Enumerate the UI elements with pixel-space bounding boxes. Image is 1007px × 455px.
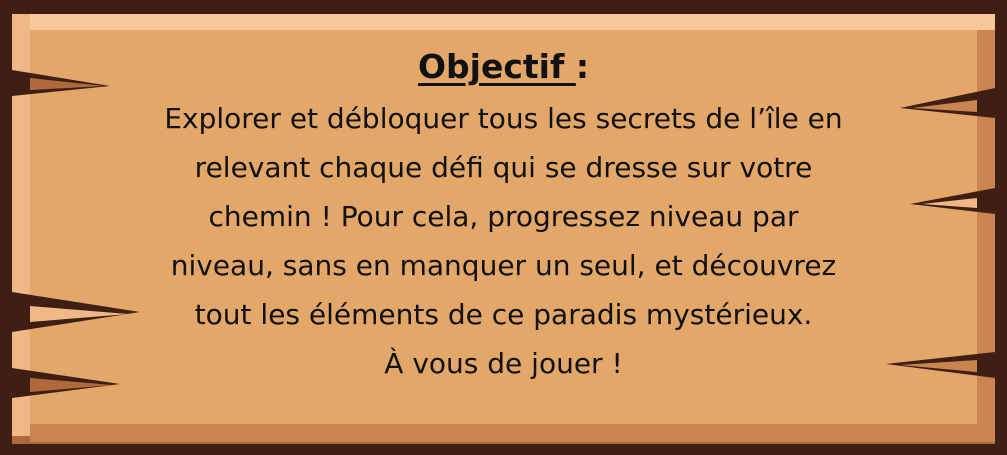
description-line-4: niveau, sans en manquer un seul, et déco… [170,249,837,282]
description-line-5: tout les éléments de ce paradis mystérie… [194,298,813,331]
description-line-6: À vous de jouer ! [384,347,623,380]
objective-panel: Objectif : Explorer et débloquer tous le… [0,0,1007,455]
objective-description: Explorer et débloquer tous les secrets d… [60,94,947,388]
objective-title-word: Objectif [417,47,576,86]
objective-title: Objectif : [60,40,947,94]
objective-title-colon: : [575,47,590,86]
objective-text-block: Objectif : Explorer et débloquer tous le… [60,40,947,388]
board-bottom-edge [30,424,977,442]
description-line-3: chemin ! Pour cela, progressez niveau pa… [208,200,799,233]
board-top-edge [12,14,995,30]
description-line-1: Explorer et débloquer tous les secrets d… [164,102,843,135]
description-line-2: relevant chaque défi qui se dresse sur v… [194,151,813,184]
